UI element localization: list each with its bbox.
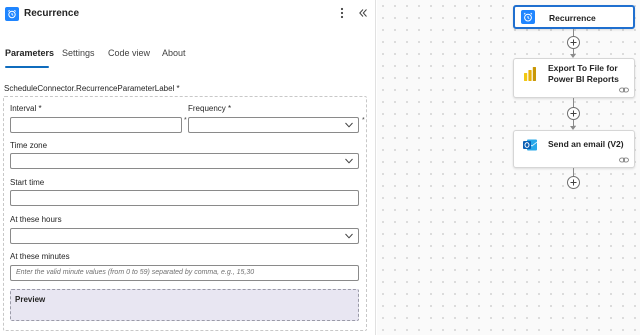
tab-about[interactable]: About <box>162 48 186 58</box>
link-icon <box>619 157 629 163</box>
required-mark: * <box>184 117 187 124</box>
interval-input[interactable] <box>10 117 182 133</box>
plus-icon <box>570 179 577 186</box>
time-zone-label: Time zone <box>10 141 48 150</box>
panel-title: Recurrence <box>24 8 80 19</box>
connector-line <box>573 98 574 107</box>
start-time-input[interactable] <box>10 190 359 206</box>
add-step-button[interactable] <box>567 107 580 120</box>
connector-line <box>573 29 574 36</box>
at-these-minutes-label: At these minutes <box>10 252 70 261</box>
details-panel: Recurrence Parameters Settings Code view… <box>0 0 376 335</box>
export-node-label-line1: Export To File for <box>548 63 618 73</box>
frequency-label: Frequency * <box>188 104 232 113</box>
send-email-node-label: Send an email (V2) <box>548 139 624 149</box>
alarm-clock-icon <box>521 10 535 24</box>
recurrence-section-label: ScheduleConnector.RecurrenceParameterLab… <box>4 84 180 93</box>
link-icon <box>619 87 629 93</box>
tab-code-view[interactable]: Code view <box>108 48 150 58</box>
recurrence-node[interactable]: Recurrence <box>513 5 635 29</box>
tab-parameters[interactable]: Parameters <box>5 48 54 58</box>
chevron-down-icon <box>345 158 353 164</box>
export-power-bi-node[interactable]: Export To File for Power BI Reports <box>513 58 635 98</box>
interval-label: Interval * <box>10 104 42 113</box>
more-options-button[interactable] <box>336 5 348 21</box>
add-step-button[interactable] <box>567 176 580 189</box>
chevron-down-icon <box>345 233 353 239</box>
more-vertical-icon <box>340 7 344 19</box>
plus-icon <box>570 110 577 117</box>
export-node-label-line2: Power BI Reports <box>548 74 619 84</box>
at-these-hours-dropdown[interactable] <box>10 228 359 244</box>
at-these-hours-label: At these hours <box>10 215 62 224</box>
preview-label: Preview <box>15 295 46 304</box>
collapse-panel-button[interactable] <box>356 5 370 21</box>
plus-icon <box>570 39 577 46</box>
panel-header: Recurrence <box>0 0 376 30</box>
start-time-label: Start time <box>10 178 45 187</box>
outlook-icon <box>522 137 538 153</box>
tab-settings[interactable]: Settings <box>62 48 95 58</box>
add-step-button[interactable] <box>567 36 580 49</box>
send-email-node[interactable]: Send an email (V2) <box>513 130 635 168</box>
connector-line <box>573 168 574 176</box>
designer-canvas[interactable]: Recurrence Export To File for Power BI R… <box>377 0 640 335</box>
tab-bar: Parameters Settings Code view About <box>0 46 376 68</box>
at-these-minutes-input[interactable]: Enter the valid minute values (from 0 to… <box>10 265 359 281</box>
recurrence-node-label: Recurrence <box>549 13 596 23</box>
chevron-down-icon <box>345 122 353 128</box>
preview-box: Preview <box>10 289 359 321</box>
time-zone-dropdown[interactable] <box>10 153 359 169</box>
active-tab-indicator <box>5 66 49 68</box>
alarm-clock-icon <box>5 7 19 21</box>
frequency-dropdown[interactable] <box>188 117 359 133</box>
power-bi-icon <box>522 66 538 82</box>
required-mark: * <box>362 117 365 124</box>
double-chevron-left-icon <box>359 9 367 17</box>
